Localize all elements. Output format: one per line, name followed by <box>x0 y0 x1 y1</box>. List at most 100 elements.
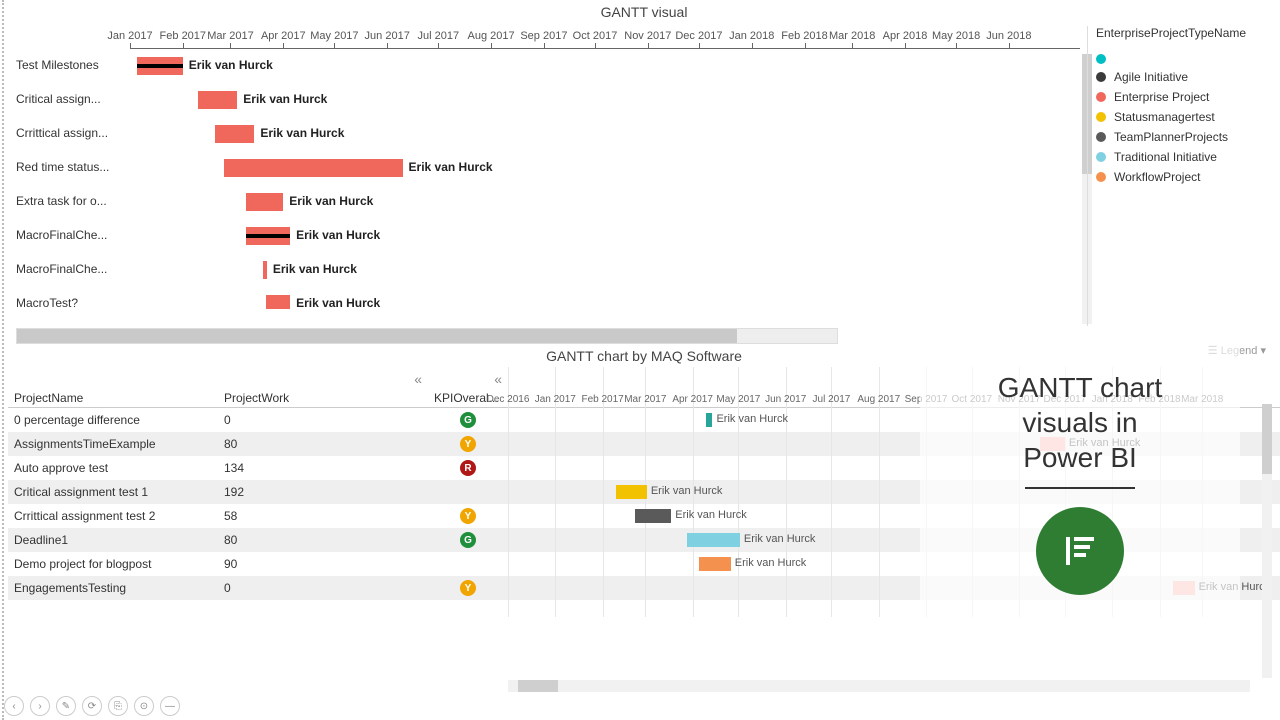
task-bar[interactable] <box>687 533 740 547</box>
timeline-cell: Erik van Hurck <box>508 576 1280 600</box>
timeline-cell: Erik van Hurck <box>508 432 1280 456</box>
legend-item[interactable]: Agile Initiative <box>1096 70 1274 84</box>
legend-item[interactable]: TeamPlannerProjects <box>1096 130 1274 144</box>
table-row[interactable]: 0 percentage difference0GErik van Hurck <box>8 408 1280 432</box>
gantt-row[interactable]: Extra task for o...Erik van Hurck <box>16 185 1080 219</box>
gantt-row[interactable]: MacroFinalChe...Erik van Hurck <box>16 253 1080 287</box>
table-row[interactable]: AssignmentsTimeExample80YErik van Hurck <box>8 432 1280 456</box>
cell-projectname: Demo project for blogpost <box>8 557 218 571</box>
cell-projectname: 0 percentage difference <box>8 413 218 427</box>
toolbar-button[interactable]: › <box>30 696 50 716</box>
legend-label: Traditional Initiative <box>1114 150 1217 164</box>
maq-title: GANTT chart by MAQ Software <box>8 344 1280 368</box>
table-row[interactable]: EngagementsTesting0YErik van Hurck <box>8 576 1280 600</box>
task-bar[interactable] <box>1040 437 1064 451</box>
timeline-cell: Erik van Hurck <box>508 480 1280 504</box>
scrollbar-thumb[interactable] <box>1262 404 1272 474</box>
table-row[interactable]: Critical assignment test 1192Erik van Hu… <box>8 480 1280 504</box>
legend-label: Enterprise Project <box>1114 90 1209 104</box>
legend-swatch <box>1096 72 1106 82</box>
legend-item[interactable]: Statusmanagertest <box>1096 110 1274 124</box>
timeline-cell: Erik van Hurck <box>508 504 1280 528</box>
maq-gantt-visual[interactable]: GANTT chart by MAQ Software ☰ Legend ▾ P… <box>8 344 1280 692</box>
table-row[interactable]: Auto approve test134R <box>8 456 1280 480</box>
task-bar[interactable] <box>699 557 731 571</box>
toolbar-button[interactable]: ‹ <box>4 696 24 716</box>
task-bar[interactable] <box>706 413 712 427</box>
col-projectname[interactable]: ProjectName <box>8 387 218 408</box>
maq-vertical-scrollbar[interactable] <box>1262 404 1272 678</box>
cell-projectwork: 0 <box>218 413 428 427</box>
timeline-cell: Erik van Hurck <box>508 408 1280 432</box>
collapse-icon[interactable]: « <box>414 371 422 387</box>
task-bar[interactable] <box>215 125 254 143</box>
toolbar-button[interactable]: ⟳ <box>82 696 102 716</box>
cell-kpi: G <box>428 532 508 549</box>
task-assignee: Erik van Hurck <box>651 485 723 497</box>
cell-projectwork: 134 <box>218 461 428 475</box>
task-assignee: Erik van Hurck <box>675 509 747 521</box>
legend-swatch <box>1096 152 1106 162</box>
scrollbar-thumb[interactable] <box>518 680 558 692</box>
cell-projectwork: 90 <box>218 557 428 571</box>
gantt-row[interactable]: MacroFinalChe...Erik van Hurck <box>16 219 1080 253</box>
gantt-rows: Test MilestonesErik van HurckCritical as… <box>16 49 1080 309</box>
cell-projectwork: 58 <box>218 509 428 523</box>
table-row[interactable]: Demo project for blogpost90Erik van Hurc… <box>8 552 1280 576</box>
toolbar-button[interactable]: ⊙ <box>134 696 154 716</box>
toolbar-button[interactable]: ⎘ <box>108 696 128 716</box>
task-assignee: Erik van Hurck <box>409 160 493 174</box>
legend-toggle[interactable]: ☰ Legend ▾ <box>1208 344 1266 357</box>
cell-kpi: G <box>428 412 508 429</box>
task-bar[interactable] <box>246 193 283 211</box>
table-row[interactable]: Deadline180GErik van Hurck <box>8 528 1280 552</box>
gantt-visual[interactable]: GANTT visual Jan 2017Feb 2017Mar 2017Apr… <box>8 0 1280 344</box>
gantt-row[interactable]: Red time status...Erik van Hurck <box>16 151 1080 185</box>
legend-label: WorkflowProject <box>1114 170 1200 184</box>
cell-kpi: R <box>428 460 508 477</box>
gantt-row[interactable]: Crrittical assign...Erik van Hurck <box>16 117 1080 151</box>
toolbar-button[interactable]: ✎ <box>56 696 76 716</box>
maq-horizontal-scrollbar[interactable] <box>508 680 1250 692</box>
cell-projectwork: 192 <box>218 485 428 499</box>
task-name: Crrittical assign... <box>16 126 116 140</box>
gantt-row[interactable]: Critical assign...Erik van Hurck <box>16 83 1080 117</box>
task-bar[interactable] <box>1173 581 1194 595</box>
toolbar-button[interactable]: — <box>160 696 180 716</box>
col-projectwork[interactable]: «ProjectWork <box>218 387 428 408</box>
kpi-badge: Y <box>460 580 476 596</box>
legend-item[interactable] <box>1096 54 1274 64</box>
legend-item[interactable]: Enterprise Project <box>1096 90 1274 104</box>
cell-projectname: EngagementsTesting <box>8 581 218 595</box>
table-row[interactable]: Crrittical assignment test 258YErik van … <box>8 504 1280 528</box>
cell-kpi: Y <box>428 508 508 525</box>
task-assignee: Erik van Hurck <box>1069 437 1141 449</box>
task-bar[interactable] <box>224 159 403 177</box>
task-bar[interactable] <box>246 227 290 245</box>
page-toolbar: ‹ › ✎ ⟳ ⎘ ⊙ — <box>4 696 180 716</box>
collapse-icon[interactable]: « <box>494 371 502 387</box>
selection-border <box>2 0 4 720</box>
scrollbar-thumb[interactable] <box>17 329 737 343</box>
legend-item[interactable]: WorkflowProject <box>1096 170 1274 184</box>
task-bar[interactable] <box>137 57 183 75</box>
gantt-row[interactable]: Test MilestonesErik van Hurck <box>16 49 1080 83</box>
legend-swatch <box>1096 54 1106 64</box>
gantt-row[interactable]: MacroTest?Erik van Hurck <box>16 287 1080 309</box>
task-bar[interactable] <box>198 91 237 109</box>
cell-projectname: Deadline1 <box>8 533 218 547</box>
task-bar[interactable] <box>266 295 290 309</box>
task-name: Extra task for o... <box>16 194 116 208</box>
task-assignee: Erik van Hurck <box>243 92 327 106</box>
kpi-badge: R <box>460 460 476 476</box>
gantt-horizontal-scrollbar[interactable] <box>16 328 838 344</box>
kpi-badge: Y <box>460 436 476 452</box>
task-bar[interactable] <box>616 485 647 499</box>
legend-item[interactable]: Traditional Initiative <box>1096 150 1274 164</box>
legend-swatch <box>1096 112 1106 122</box>
legend-swatch <box>1096 132 1106 142</box>
task-bar[interactable] <box>635 509 672 523</box>
task-bar[interactable] <box>263 261 267 279</box>
gantt-legend: EnterpriseProjectTypeName Agile Initiati… <box>1087 26 1274 326</box>
kpi-badge: Y <box>460 508 476 524</box>
